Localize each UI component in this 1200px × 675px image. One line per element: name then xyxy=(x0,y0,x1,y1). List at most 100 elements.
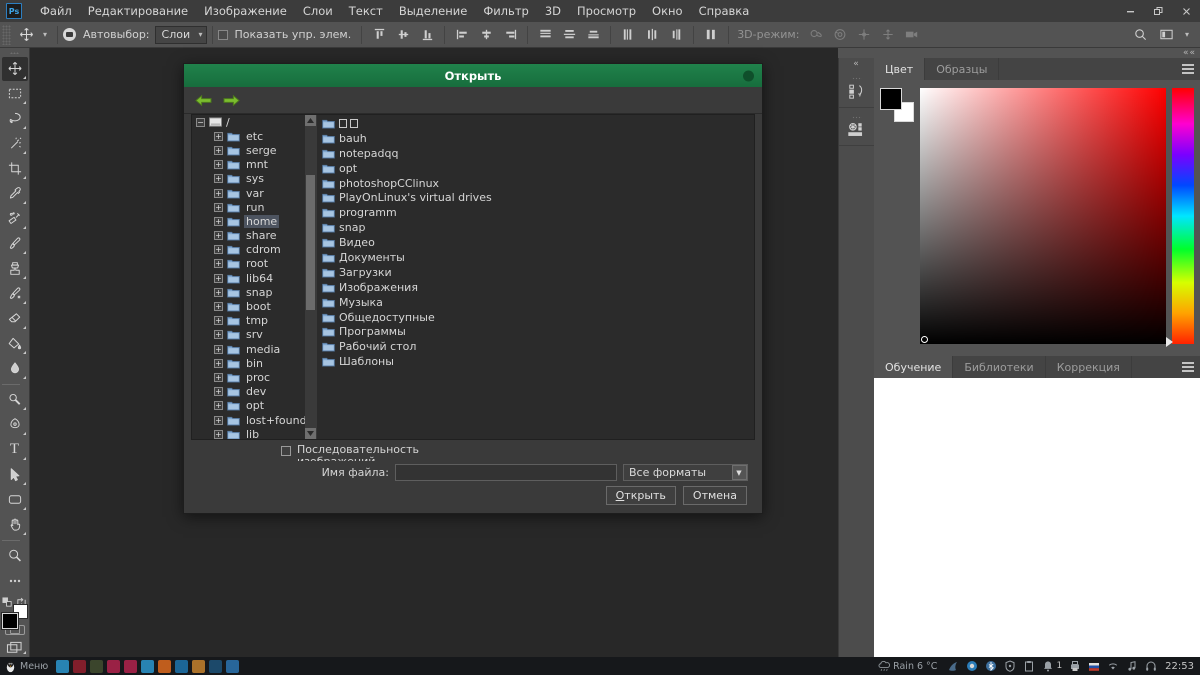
learn-panel-body[interactable] xyxy=(874,378,1200,663)
tree-item-sys[interactable]: + sys xyxy=(192,172,316,186)
start-menu-button[interactable]: Меню xyxy=(0,657,52,675)
forward-arrow-icon[interactable] xyxy=(222,92,240,108)
tree-expander[interactable]: + xyxy=(214,145,223,155)
tree-root-row[interactable]: − / xyxy=(192,115,316,129)
distribute-spacing-icon[interactable] xyxy=(699,24,723,46)
marquee-tool[interactable] xyxy=(2,82,28,106)
open-button[interactable]: Открыть xyxy=(605,486,676,505)
tree-scroll-thumb[interactable] xyxy=(306,175,315,310)
menu-окно[interactable]: Окно xyxy=(644,2,691,20)
tree-expander[interactable]: + xyxy=(214,287,223,297)
tree-item-lib64[interactable]: + lib64 xyxy=(192,271,316,285)
tree-expander[interactable]: + xyxy=(214,259,223,269)
bluetooth-icon[interactable] xyxy=(985,660,997,672)
tree-expander[interactable]: + xyxy=(214,245,223,255)
hue-slider-marker[interactable] xyxy=(1166,337,1173,347)
tree-item-cdrom[interactable]: + cdrom xyxy=(192,243,316,257)
browser-icon[interactable] xyxy=(175,659,189,673)
tab-learn[interactable]: Обучение xyxy=(874,356,954,378)
file-item-snap[interactable]: snap xyxy=(317,220,754,235)
weather-indicator[interactable]: Rain 6 °C xyxy=(874,657,941,675)
image-sequence-checkbox[interactable] xyxy=(281,446,291,456)
file-item-photoshopcclinux[interactable]: photoshopCClinux xyxy=(317,176,754,191)
screenshot-icon[interactable] xyxy=(107,659,121,673)
color-field[interactable] xyxy=(920,88,1166,344)
dialog-title-bar[interactable]: Открыть xyxy=(184,64,762,87)
distribute-top-edges-icon[interactable] xyxy=(533,24,557,46)
file-item-playonlinux-s-virtual-drives[interactable]: PlayOnLinux's virtual drives xyxy=(317,190,754,205)
distribute-right-edges-icon[interactable] xyxy=(664,24,688,46)
tree-expander[interactable]: + xyxy=(214,231,223,241)
close-button[interactable] xyxy=(1172,0,1200,22)
move-tool-icon[interactable] xyxy=(14,24,38,46)
headphones-icon[interactable] xyxy=(1145,660,1157,672)
chevron-down-icon[interactable]: ▼ xyxy=(731,465,747,480)
tree-expander[interactable]: + xyxy=(214,387,223,397)
tree-item-home[interactable]: + home xyxy=(192,214,316,228)
clone-stamp-tool[interactable] xyxy=(2,257,28,281)
close-dot-icon[interactable] xyxy=(743,70,754,81)
edit-toolbar[interactable] xyxy=(2,569,28,593)
file-item-programm[interactable]: programm xyxy=(317,205,754,220)
printer-icon[interactable] xyxy=(1069,660,1081,672)
learn-panel-menu-icon[interactable] xyxy=(1176,356,1200,378)
screen-mode-icon[interactable] xyxy=(2,641,28,656)
distribute-left-edges-icon[interactable] xyxy=(616,24,640,46)
magic-wand-tool[interactable] xyxy=(2,132,28,156)
keyboard-layout-icon[interactable] xyxy=(1088,660,1100,672)
file-item--[interactable]: Музыка xyxy=(317,295,754,310)
file-item-unnamed[interactable] xyxy=(317,116,754,131)
tree-expander[interactable]: + xyxy=(214,131,223,141)
tab-swatches[interactable]: Образцы xyxy=(925,58,1000,80)
lasso-tool[interactable] xyxy=(2,107,28,131)
clipboard-icon[interactable] xyxy=(1023,660,1035,672)
color-panel-foreground-swatch[interactable] xyxy=(880,88,902,110)
file-item--[interactable]: Программы xyxy=(317,324,754,339)
grid-app-icon[interactable] xyxy=(226,659,240,673)
directory-tree[interactable]: − / + etc + serge + mnt + sys + var + run + home + shar… xyxy=(192,115,317,439)
shield-icon[interactable] xyxy=(1004,660,1016,672)
screenshot-alt-icon[interactable] xyxy=(124,659,138,673)
firefox-icon[interactable] xyxy=(158,659,172,673)
tree-item-tmp[interactable]: + tmp xyxy=(192,314,316,328)
workspace-icon[interactable] xyxy=(1154,24,1178,46)
tree-item-boot[interactable]: + boot xyxy=(192,299,316,313)
tree-expander[interactable]: + xyxy=(214,273,223,283)
tree-scroll-down-button[interactable] xyxy=(305,428,316,439)
eraser-tool[interactable] xyxy=(2,307,28,331)
file-item--[interactable]: Документы xyxy=(317,250,754,265)
hue-slider[interactable] xyxy=(1166,88,1194,347)
pen-tool[interactable] xyxy=(2,413,28,437)
file-item-notepadqq[interactable]: notepadqq xyxy=(317,146,754,161)
tree-scrollbar[interactable] xyxy=(305,115,316,439)
file-item--[interactable]: Шаблоны xyxy=(317,354,754,369)
music-icon[interactable] xyxy=(1126,660,1138,672)
panel-collapse-icon[interactable]: «« xyxy=(1183,48,1196,58)
properties-panel-icon[interactable] xyxy=(839,108,874,146)
filename-input[interactable] xyxy=(395,464,617,481)
menu-слои[interactable]: Слои xyxy=(295,2,341,20)
tree-root-expander[interactable]: − xyxy=(196,117,205,127)
restore-button[interactable] xyxy=(1144,0,1172,22)
tree-expander[interactable]: + xyxy=(214,188,223,198)
tree-expander[interactable]: + xyxy=(214,316,223,326)
notes-icon[interactable] xyxy=(192,659,206,673)
path-selection-tool[interactable] xyxy=(2,463,28,487)
tree-item-share[interactable]: + share xyxy=(192,229,316,243)
krita-tray-icon[interactable] xyxy=(947,660,959,672)
file-item-opt[interactable]: opt xyxy=(317,161,754,176)
tree-expander[interactable]: + xyxy=(214,415,223,425)
tree-item-mnt[interactable]: + mnt xyxy=(192,158,316,172)
foreground-color-swatch[interactable] xyxy=(0,611,19,630)
file-item-bauh[interactable]: bauh xyxy=(317,131,754,146)
tree-item-opt[interactable]: + opt xyxy=(192,399,316,413)
menu-выделение[interactable]: Выделение xyxy=(391,2,476,20)
history-brush-tool[interactable] xyxy=(2,282,28,306)
file-item--[interactable]: Видео xyxy=(317,235,754,250)
align-top-edges-icon[interactable] xyxy=(367,24,391,46)
file-format-select[interactable]: Все форматы ▼ xyxy=(623,464,748,481)
tree-item-bin[interactable]: + bin xyxy=(192,356,316,370)
tools-panel-grip[interactable] xyxy=(10,52,19,54)
wifi-icon[interactable] xyxy=(1107,660,1119,672)
align-vertical-centers-icon[interactable] xyxy=(391,24,415,46)
